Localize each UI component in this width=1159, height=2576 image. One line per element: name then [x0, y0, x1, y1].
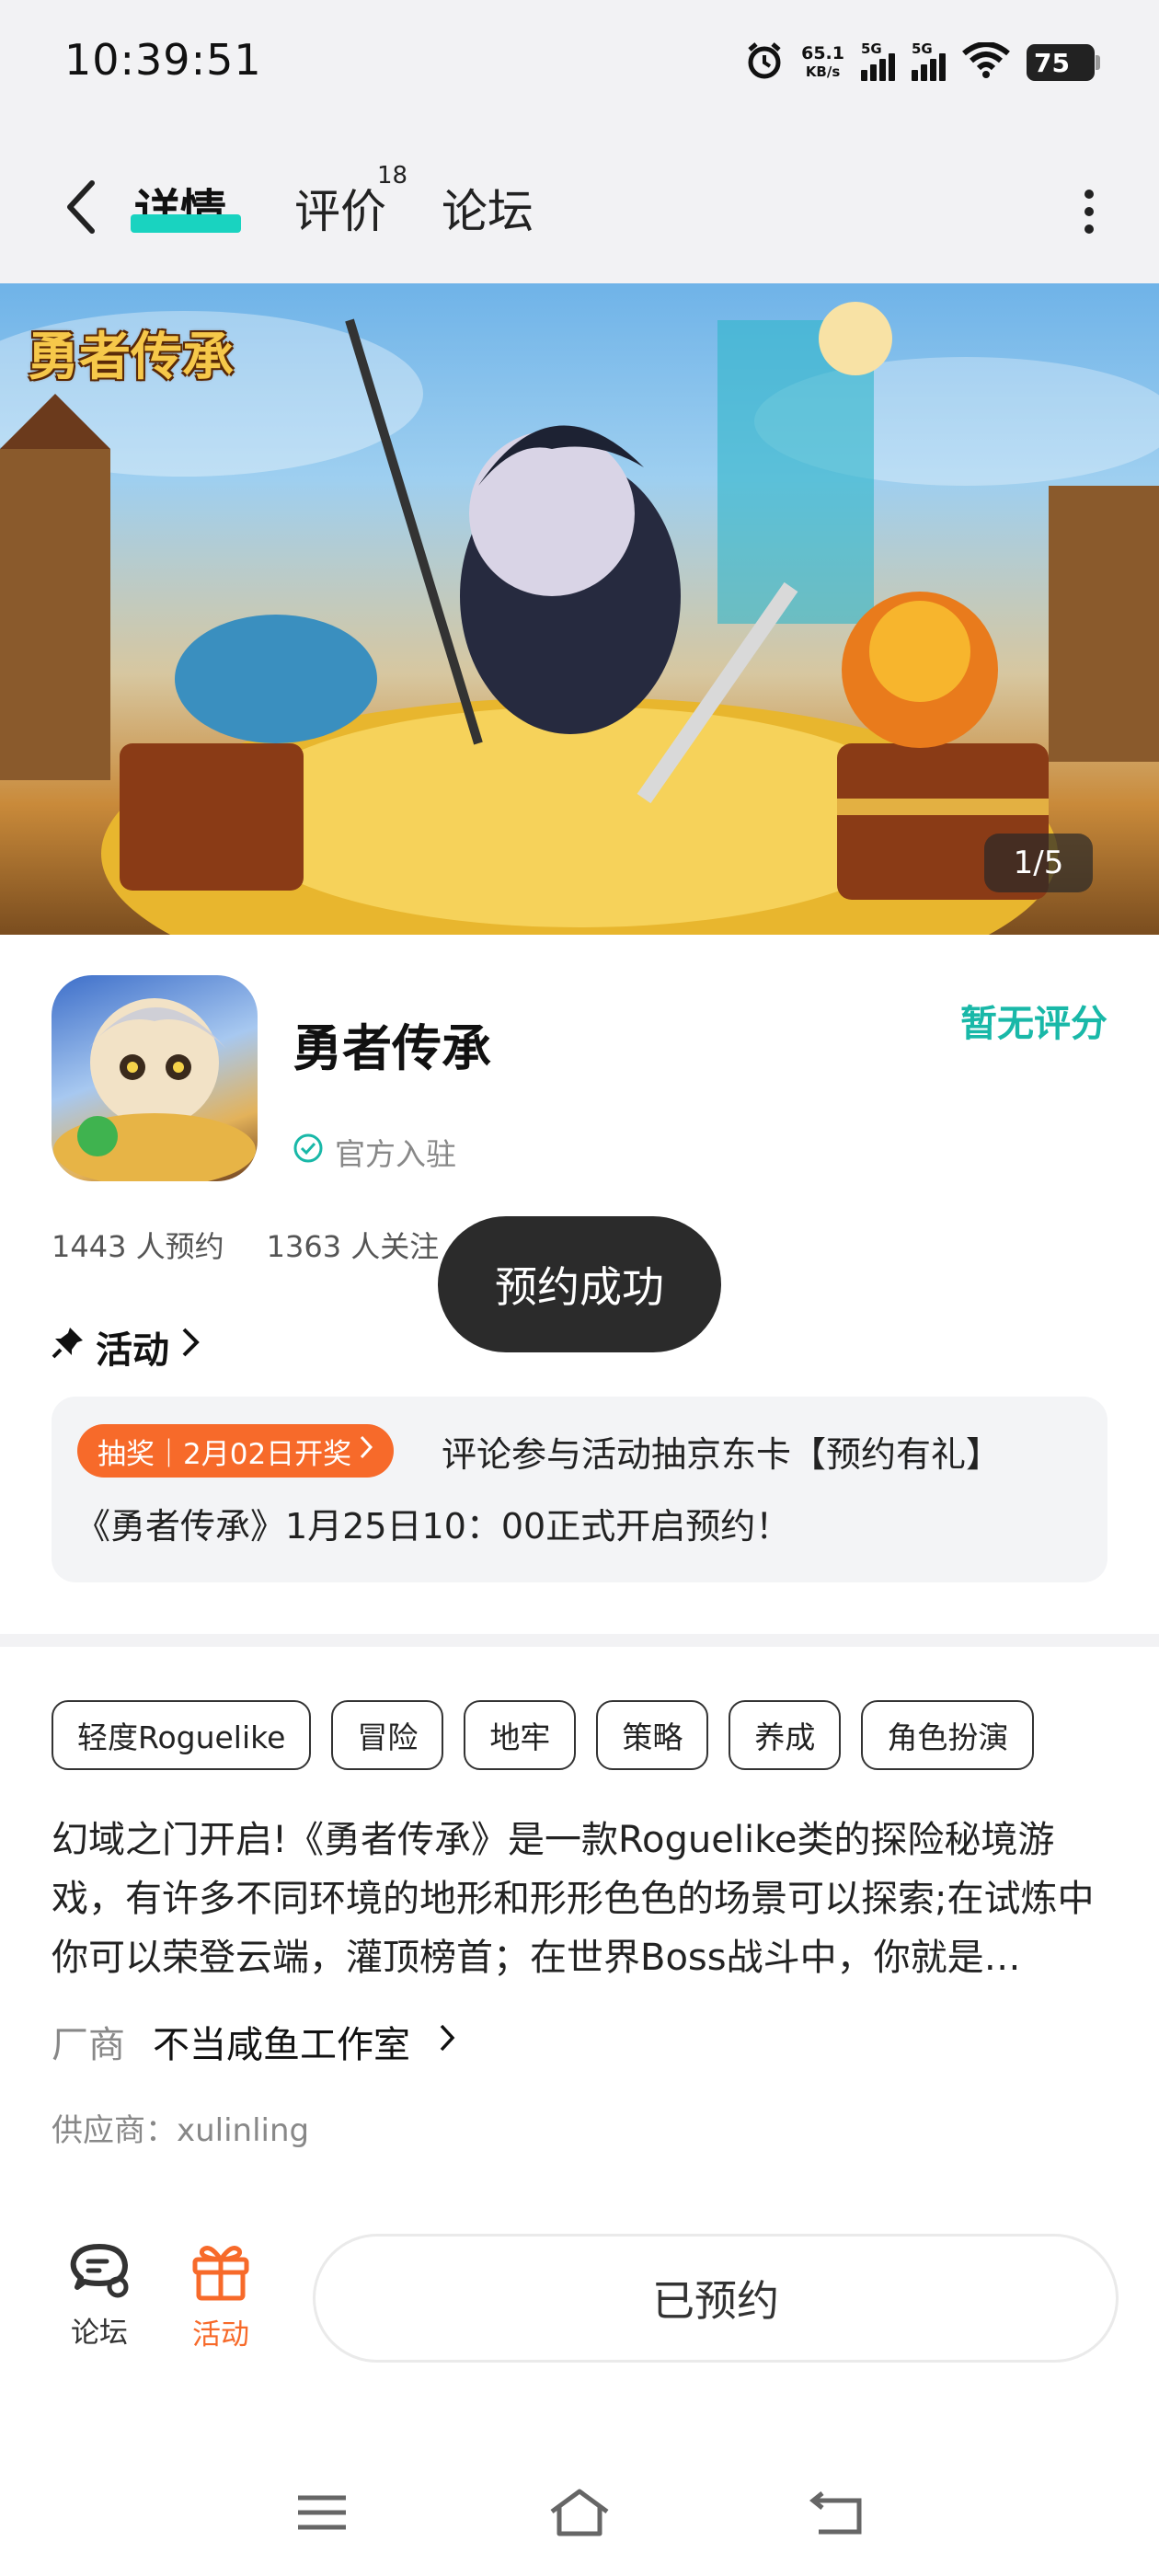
activity-shortcut[interactable]: 活动: [186, 2241, 256, 2352]
toast-message: 预约成功: [438, 1216, 721, 1352]
net-speed: 65.1 KB/s: [801, 44, 844, 81]
official-label: 官方入驻: [335, 1136, 456, 1172]
tab-forum[interactable]: 论坛: [442, 175, 534, 241]
game-description[interactable]: 幻域之门开启!《勇者传承》是一款Roguelike类的探险秘境游戏，有许多不同环…: [52, 1811, 1109, 1987]
tag-chip[interactable]: 角色扮演: [861, 1700, 1035, 1770]
app-stats: 1443 人预约 1363 人关注: [52, 1224, 439, 1266]
developer-name: 不当咸鱼工作室: [153, 2024, 410, 2066]
back-arrow-icon: [64, 179, 98, 238]
battery-indicator: 75: [1027, 44, 1100, 81]
tag-chip[interactable]: 养成: [729, 1700, 842, 1770]
check-circle-icon: [293, 1133, 324, 1171]
chevron-right-icon: [359, 1434, 373, 1467]
activity-text-line2: 《勇者传承》1月25日10：00正式开启预约！: [75, 1506, 791, 1547]
app-name: 勇者传承: [293, 1019, 491, 1077]
signal-icon: 5G: [861, 40, 895, 81]
follower-count: 1363 人关注: [266, 1229, 440, 1264]
gift-icon: [189, 2246, 252, 2306]
menu-icon: [296, 2492, 348, 2536]
page-indicator: 1/5: [984, 834, 1093, 892]
lottery-badge-label: 抽奖｜2月02日开奖: [98, 1437, 352, 1471]
status-time: 10:39:51: [64, 35, 262, 85]
tag-chip[interactable]: 地牢: [464, 1700, 577, 1770]
more-options-button[interactable]: [1071, 184, 1107, 239]
tab-reviews-count: 18: [377, 162, 408, 190]
return-icon: [809, 2488, 865, 2541]
rating: 暂无评分: [960, 1003, 1107, 1045]
chevron-right-icon: [180, 1326, 201, 1368]
home-button[interactable]: [543, 2482, 616, 2547]
home-icon: [548, 2488, 611, 2541]
chat-icon: [66, 2244, 132, 2304]
signal-icon: 5G: [912, 40, 946, 81]
tag-list: 轻度Roguelike 冒险 地牢 策略 养成 角色扮演: [52, 1700, 1035, 1770]
chevron-right-icon: [438, 2020, 456, 2063]
activity-heading-label: 活动: [96, 1329, 169, 1372]
forum-shortcut[interactable]: 论坛: [64, 2241, 134, 2351]
back-system-button[interactable]: [800, 2482, 874, 2547]
menu-button[interactable]: [285, 2482, 359, 2547]
pin-icon: [52, 1326, 85, 1368]
back-button[interactable]: [53, 177, 109, 241]
section-divider: [0, 1634, 1159, 1647]
tag-chip[interactable]: 冒险: [331, 1700, 444, 1770]
activity-card[interactable]: 抽奖｜2月02日开奖 评论参与活动抽京东卡【预约有礼】 《勇者传承》1月25日1…: [52, 1397, 1107, 1582]
active-tab-indicator: [131, 214, 241, 233]
banner-carousel[interactable]: 勇者传承 1/5: [0, 283, 1159, 935]
alarm-icon: [744, 40, 785, 85]
developer-row[interactable]: 厂商 不当咸鱼工作室: [52, 2015, 456, 2068]
official-badge: 官方入驻: [293, 1130, 456, 1174]
more-vertical-icon: [1084, 190, 1094, 199]
signal-label: 5G: [912, 40, 933, 57]
reservation-count: 1443 人预约: [52, 1229, 224, 1264]
status-bar: 10:39:51 65.1 KB/s 5G 5G 75: [0, 0, 1159, 129]
game-logo: 勇者传承: [28, 327, 234, 387]
activity-heading[interactable]: 活动: [52, 1320, 201, 1374]
tag-chip[interactable]: 轻度Roguelike: [52, 1700, 312, 1770]
tab-reviews[interactable]: 评价: [294, 175, 386, 241]
activity-shortcut-label: 活动: [192, 2318, 249, 2352]
forum-shortcut-label: 论坛: [71, 2317, 128, 2350]
lottery-badge: 抽奖｜2月02日开奖: [77, 1424, 395, 1478]
net-speed-value: 65.1: [801, 43, 844, 63]
header: 详情 评价 18 论坛: [0, 129, 1159, 283]
net-speed-unit: KB/s: [805, 63, 841, 80]
supplier: 供应商：xulinling: [52, 2112, 310, 2149]
system-navigation: [0, 2447, 1159, 2576]
tag-chip[interactable]: 策略: [596, 1700, 709, 1770]
wifi-icon: [962, 41, 1010, 83]
developer-label: 厂商: [52, 2024, 125, 2066]
reserved-button[interactable]: 已预约: [313, 2234, 1119, 2363]
activity-text-line1: 评论参与活动抽京东卡【预约有礼】: [442, 1434, 1002, 1475]
app-icon: [52, 975, 258, 1181]
signal-label: 5G: [861, 40, 882, 57]
status-icons: 65.1 KB/s 5G 5G 75: [744, 37, 1100, 88]
